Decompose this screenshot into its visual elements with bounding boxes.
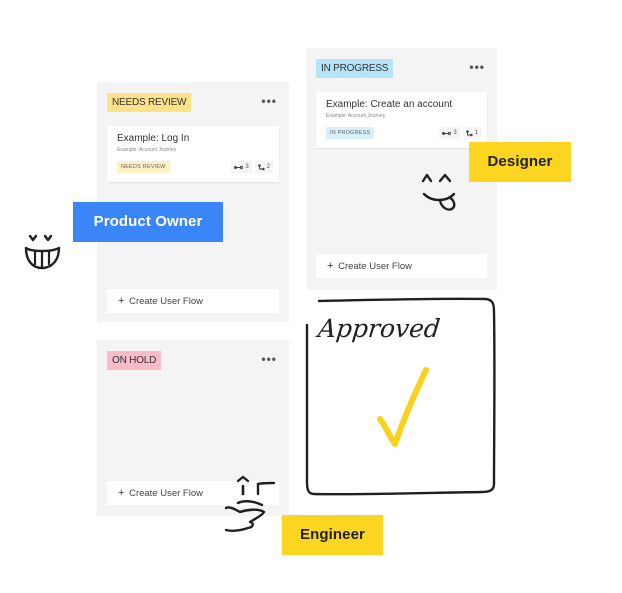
column-header: IN PROGRESS ••• xyxy=(316,59,487,78)
create-user-flow-button[interactable]: + Create User Flow xyxy=(316,254,487,278)
plus-icon: + xyxy=(118,487,125,499)
card-title: Example: Log In xyxy=(117,133,190,144)
branches-value: 2 xyxy=(266,164,270,170)
create-user-flow-label: Create User Flow xyxy=(129,296,203,307)
checkmark-icon xyxy=(377,367,429,447)
steps-icon xyxy=(234,165,244,169)
approved-label: Approved xyxy=(315,314,442,343)
approved-box: Approved xyxy=(305,297,496,496)
column-header: NEEDS REVIEW ••• xyxy=(107,93,279,112)
designer-label: Designer xyxy=(469,142,571,182)
status-badge: IN PROGRESS xyxy=(316,59,394,78)
product-owner-label: Product Owner xyxy=(73,202,223,242)
branches-count: 2 xyxy=(254,161,273,173)
branches-count: 1 xyxy=(462,127,481,139)
card-status-badge: NEEDS REVIEW xyxy=(117,161,170,173)
more-options-icon[interactable]: ••• xyxy=(261,93,277,109)
card-title: Example: Create an account xyxy=(326,99,453,110)
card-subtitle: Example: Account Journey xyxy=(117,147,177,153)
steps-value: 3 xyxy=(453,130,457,136)
card-stats: 3 2 xyxy=(231,161,273,173)
create-user-flow-button[interactable]: + Create User Flow xyxy=(107,289,279,313)
more-options-icon[interactable]: ••• xyxy=(261,351,277,367)
card-stats: 3 1 xyxy=(439,127,481,139)
tongue-face-doodle xyxy=(421,173,456,211)
engineer-label: Engineer xyxy=(282,515,383,555)
plus-icon: + xyxy=(327,260,334,272)
create-user-flow-label: Create User Flow xyxy=(129,488,203,499)
steps-count: 3 xyxy=(231,161,252,173)
steps-value: 3 xyxy=(245,164,249,170)
steps-count: 3 xyxy=(439,127,460,139)
thinking-face-doodle xyxy=(224,475,276,533)
grinning-face-doodle xyxy=(24,234,61,270)
column-header: ON HOLD ••• xyxy=(107,351,279,370)
branches-icon xyxy=(257,163,265,170)
branches-value: 1 xyxy=(474,130,478,136)
card-status-badge: IN PROGRESS xyxy=(326,127,375,139)
status-badge: ON HOLD xyxy=(107,351,162,370)
plus-icon: + xyxy=(118,295,125,307)
more-options-icon[interactable]: ••• xyxy=(469,59,485,75)
status-badge: NEEDS REVIEW xyxy=(107,93,192,112)
create-user-flow-label: Create User Flow xyxy=(338,261,412,272)
user-flow-card[interactable]: Example: Create an account Example: Acco… xyxy=(316,92,487,148)
card-subtitle: Example: Account Journey xyxy=(326,113,386,119)
branches-icon xyxy=(465,129,473,136)
user-flow-card[interactable]: Example: Log In Example: Account Journey… xyxy=(107,126,279,182)
steps-icon xyxy=(442,131,452,135)
